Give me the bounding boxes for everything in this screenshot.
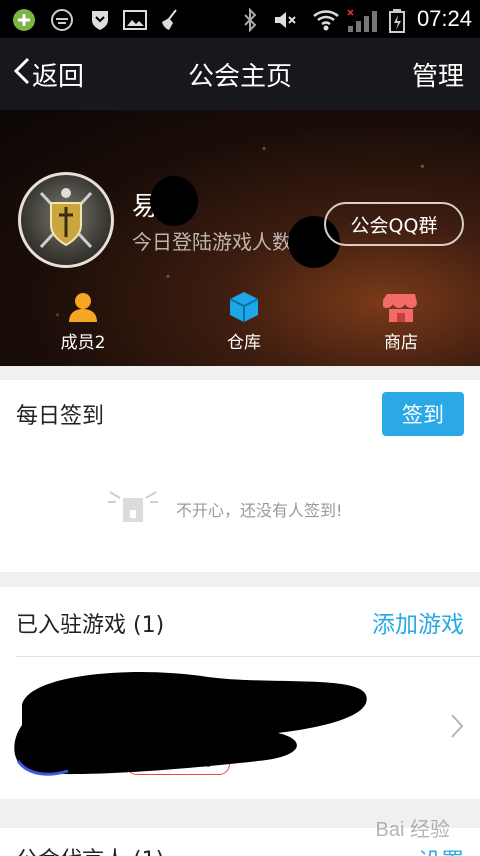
wifi-icon (312, 8, 339, 31)
game-list-item[interactable]: 百城演任玩 (0, 657, 480, 799)
person-icon (69, 293, 97, 322)
bluetooth-icon (240, 7, 264, 33)
guild-avatar[interactable] (18, 172, 114, 268)
status-bar: 07:24 (0, 0, 480, 38)
signal-icon (346, 8, 377, 32)
app-plus-icon (12, 8, 36, 31)
daily-checkin-card: 每日签到 签到 不开心，还没有人签到! (0, 380, 480, 572)
tab-shop[interactable]: 商店 (351, 290, 451, 353)
manage-button[interactable]: 管理 (412, 56, 464, 93)
redaction-mark (14, 672, 367, 776)
add-game-button[interactable]: 添加游戏 (372, 605, 464, 639)
tab-members[interactable]: 成员2 (33, 290, 133, 353)
tab-members-label: 成员2 (60, 333, 106, 353)
guild-header: 易 今日登陆游戏人数 公会QQ群 成员2 仓库 商店 (0, 110, 480, 366)
battery-icon (388, 8, 412, 33)
checkin-empty-message: 不开心，还没有人签到! (176, 501, 343, 520)
mute-icon (272, 8, 296, 30)
shield-icon (88, 8, 112, 30)
checkin-button[interactable]: 签到 (382, 392, 464, 436)
shield-crest-icon (39, 188, 93, 249)
cube-icon (229, 292, 259, 322)
checkin-title: 每日签到 (16, 404, 105, 429)
qq-group-button[interactable]: 公会QQ群 (324, 202, 464, 246)
shop-icon (383, 294, 417, 322)
tab-warehouse[interactable]: 仓库 (194, 290, 294, 353)
image-icon (122, 8, 147, 30)
status-time: 07:24 (416, 6, 472, 31)
guild-subtitle: 今日登陆游戏人数 (132, 230, 292, 254)
sad-face-icon (106, 484, 160, 532)
games-title: 已入驻游戏 (1) (16, 613, 165, 638)
tab-warehouse-label: 仓库 (227, 333, 261, 353)
mask-icon (50, 8, 74, 31)
broom-icon (158, 8, 182, 30)
tab-shop-label: 商店 (384, 333, 418, 353)
redaction-mark (150, 176, 198, 226)
chevron-right-icon (450, 713, 464, 743)
page-title: 公会主页 (187, 62, 292, 92)
watermark: Bai 经验 (375, 819, 450, 841)
spokesperson-title: 公会代言人 (1) (16, 842, 164, 856)
spokesperson-settings-button[interactable]: 设置 (418, 842, 464, 856)
joined-games-card: 已入驻游戏 (1) 添加游戏 百城演任玩 (0, 587, 480, 799)
nav-bar: 返回 公会主页 管理 (0, 38, 480, 110)
